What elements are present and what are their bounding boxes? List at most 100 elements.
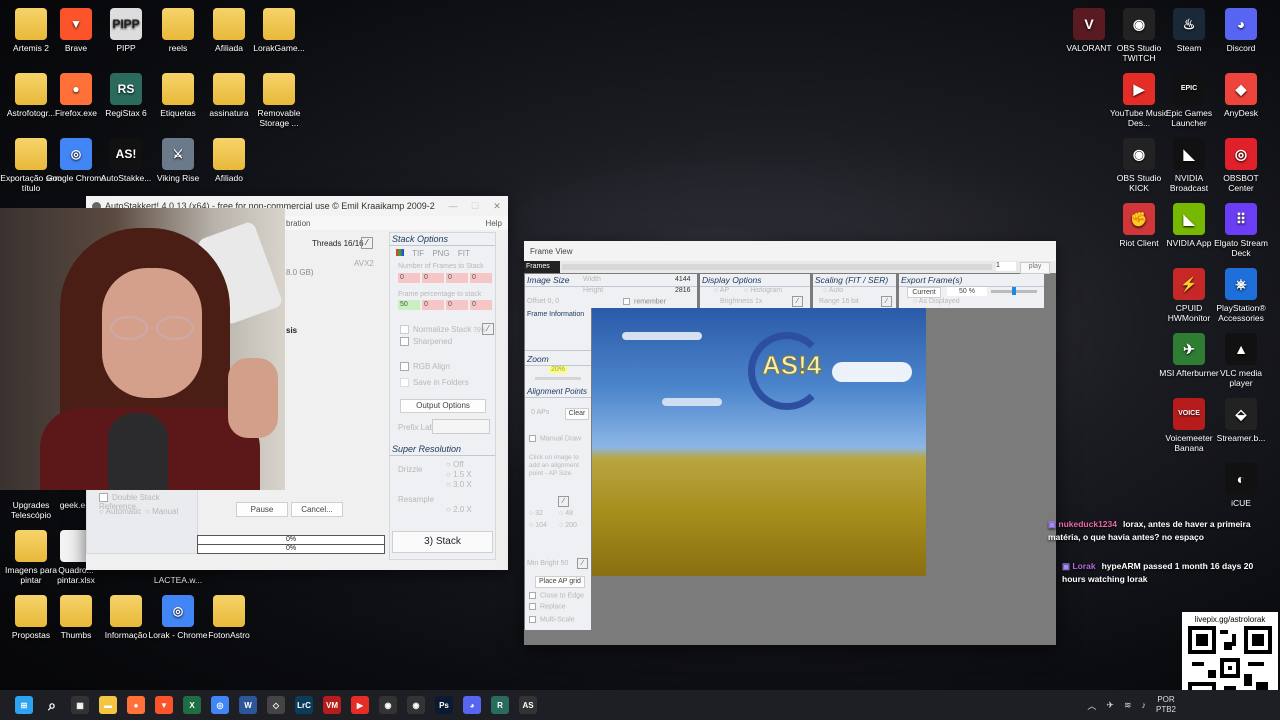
manual-draw-checkbox[interactable]: Manual Draw bbox=[529, 435, 581, 442]
scaling-icon[interactable]: ⁄ bbox=[881, 296, 892, 307]
network-icon[interactable]: ✈ bbox=[1106, 700, 1114, 711]
desktop-icon[interactable]: ◎ OBSBOT Center bbox=[1210, 138, 1272, 193]
preview-image[interactable]: AS!4 bbox=[592, 308, 926, 576]
normalize-stack[interactable]: Normalize Stack 75% bbox=[400, 325, 486, 335]
ap-size-200[interactable]: ○ 200 bbox=[559, 522, 577, 529]
taskbar-registax-icon[interactable]: R bbox=[491, 696, 509, 714]
histogram-checkbox[interactable]: ○ Histogram bbox=[744, 287, 782, 294]
desktop-icon[interactable]: ▲ VLC media player bbox=[1210, 333, 1272, 388]
width-value[interactable]: 4144 bbox=[675, 276, 691, 283]
language-indicator[interactable]: POR PTB2 bbox=[1156, 695, 1176, 715]
ap-size-icon[interactable]: ⁄ bbox=[558, 496, 569, 507]
ap-checkbox[interactable]: ○ AP bbox=[714, 287, 729, 294]
desktop-icon[interactable]: FotonAstro bbox=[198, 595, 260, 640]
multi-scale-checkbox[interactable]: Multi-Scale bbox=[529, 616, 575, 623]
export-current-button[interactable]: Current bbox=[907, 287, 941, 298]
chat-username[interactable]: Lorak bbox=[1072, 561, 1095, 571]
taskbar-obs2-icon[interactable]: ◉ bbox=[407, 696, 425, 714]
zoom-value[interactable]: 20% bbox=[549, 366, 568, 373]
prefix-input[interactable] bbox=[432, 419, 490, 434]
taskbar-youtube-icon[interactable]: ▶ bbox=[351, 696, 369, 714]
drizzle-3x[interactable]: ○ 3.0 X bbox=[446, 480, 472, 489]
stack-number-field[interactable]: 50 bbox=[398, 300, 420, 310]
automatic-radio[interactable]: ○ Automatic bbox=[99, 507, 141, 516]
desktop-icon[interactable]: Afiliado bbox=[198, 138, 260, 183]
cancel-button[interactable]: Cancel... bbox=[291, 502, 343, 517]
save-folders-checkbox[interactable]: Save in Folders bbox=[400, 378, 469, 388]
taskbar-obs-icon[interactable]: ◉ bbox=[379, 696, 397, 714]
frames-tab[interactable]: Frames bbox=[524, 261, 560, 273]
desktop-icon[interactable]: Removable Storage ... bbox=[248, 73, 310, 128]
stack-number-field[interactable]: 0 bbox=[446, 273, 468, 283]
play-button[interactable]: play bbox=[1020, 262, 1050, 274]
stack-number-field[interactable]: 0 bbox=[446, 300, 468, 310]
stack-button[interactable]: 3) Stack bbox=[392, 531, 493, 553]
taskbar-photoshop-icon[interactable]: Ps bbox=[435, 696, 453, 714]
resample-2x[interactable]: ○ 2.0 X bbox=[446, 505, 472, 514]
frame-number-field[interactable]: 1 bbox=[996, 262, 1016, 271]
taskbar-autostakkert-icon[interactable]: AS bbox=[519, 696, 537, 714]
wifi-icon[interactable]: ≋ bbox=[1124, 700, 1132, 711]
stack-number-field[interactable]: 0 bbox=[422, 273, 444, 283]
taskbar-lightroom-icon[interactable]: LrC bbox=[295, 696, 313, 714]
auto-checkbox[interactable]: ○ Auto bbox=[823, 287, 843, 294]
desktop-icon[interactable]: ⠿ Elgato Stream Deck bbox=[1210, 203, 1272, 258]
desktop-icon[interactable]: ⬙ Streamer.b... bbox=[1210, 398, 1272, 443]
sharpened-checkbox[interactable]: Sharpened bbox=[400, 337, 452, 347]
format-tif[interactable]: TIF bbox=[412, 249, 424, 258]
normalize-icon[interactable]: ⁄ bbox=[482, 323, 494, 335]
export-percent[interactable]: 50 % bbox=[947, 287, 987, 296]
brightness-icon[interactable]: ⁄ bbox=[792, 296, 803, 307]
desktop-icon[interactable]: ◆ AnyDesk bbox=[1210, 73, 1272, 118]
maximize-icon[interactable]: ☐ bbox=[464, 201, 486, 212]
menu-help[interactable]: Help bbox=[486, 219, 502, 228]
taskbar-firefox-icon[interactable]: ● bbox=[127, 696, 145, 714]
taskbar-explorer-icon[interactable]: ▬ bbox=[99, 696, 117, 714]
taskbar-chrome-icon[interactable]: ◎ bbox=[211, 696, 229, 714]
pause-button[interactable]: Pause bbox=[236, 502, 288, 517]
taskbar-voicemeeter-icon[interactable]: VM bbox=[323, 696, 341, 714]
clear-button[interactable]: Clear bbox=[565, 408, 589, 420]
taskbar-brave-icon[interactable]: ▼ bbox=[155, 696, 173, 714]
minimize-icon[interactable]: — bbox=[442, 201, 464, 211]
taskbar-word-icon[interactable]: W bbox=[239, 696, 257, 714]
place-ap-grid-button[interactable]: Place AP grid bbox=[535, 576, 585, 588]
taskbar-app-icon[interactable]: ◇ bbox=[267, 696, 285, 714]
taskbar-search-icon[interactable]: ⌕ bbox=[43, 696, 61, 714]
stack-number-field[interactable]: 0 bbox=[470, 300, 492, 310]
taskbar-media-icon[interactable]: ▦ bbox=[71, 696, 89, 714]
ap-size-104[interactable]: ○ 104 bbox=[529, 522, 547, 529]
menu-calibration[interactable]: bration bbox=[286, 219, 310, 228]
ap-size-32[interactable]: ○ 32 bbox=[529, 510, 543, 517]
taskbar-excel-icon[interactable]: X bbox=[183, 696, 201, 714]
volume-icon[interactable]: ♪ bbox=[1141, 700, 1146, 710]
stack-number-field[interactable]: 0 bbox=[398, 273, 420, 283]
frame-view-titlebar[interactable]: Frame View bbox=[524, 241, 1056, 261]
export-slider-thumb[interactable] bbox=[1012, 287, 1016, 295]
close-to-edge-checkbox[interactable]: Close to Edge bbox=[529, 592, 584, 599]
format-png[interactable]: PNG bbox=[432, 249, 449, 258]
taskbar-discord-icon[interactable]: ◕ bbox=[463, 696, 481, 714]
drizzle-1-5x[interactable]: ○ 1.5 X bbox=[446, 470, 472, 479]
close-icon[interactable]: ✕ bbox=[486, 201, 508, 212]
ap-size-48[interactable]: ○ 48 bbox=[559, 510, 573, 517]
as-displayed-checkbox[interactable]: ○ As Displayed bbox=[913, 298, 960, 305]
stack-number-field[interactable]: 0 bbox=[422, 300, 444, 310]
frames-slider[interactable] bbox=[562, 264, 992, 270]
desktop-icon[interactable]: ◕ Discord bbox=[1210, 8, 1272, 53]
rgb-align-checkbox[interactable]: RGB Align bbox=[400, 362, 450, 372]
tray-chevron-icon[interactable]: ︿ bbox=[1087, 699, 1096, 712]
taskbar-start-icon[interactable]: ⊞ bbox=[15, 696, 33, 714]
format-fit[interactable]: FIT bbox=[458, 249, 470, 258]
threads-icon[interactable]: ⁄ bbox=[361, 237, 373, 249]
output-options-button[interactable]: Output Options bbox=[400, 399, 486, 413]
desktop-icon[interactable]: ◐ iCUE bbox=[1210, 463, 1272, 508]
min-bright-icon[interactable]: ⁄ bbox=[577, 558, 588, 569]
remember-checkbox[interactable]: remember bbox=[623, 298, 666, 305]
drizzle-off[interactable]: ○ Off bbox=[446, 460, 464, 469]
stack-number-field[interactable]: 0 bbox=[470, 273, 492, 283]
desktop-icon[interactable]: ⎈ PlayStation® Accessories bbox=[1210, 268, 1272, 323]
desktop-icon[interactable]: LorakGame... bbox=[248, 8, 310, 53]
replace-checkbox[interactable]: Replace bbox=[529, 603, 566, 610]
chat-username[interactable]: nukeduck1234 bbox=[1058, 519, 1117, 529]
